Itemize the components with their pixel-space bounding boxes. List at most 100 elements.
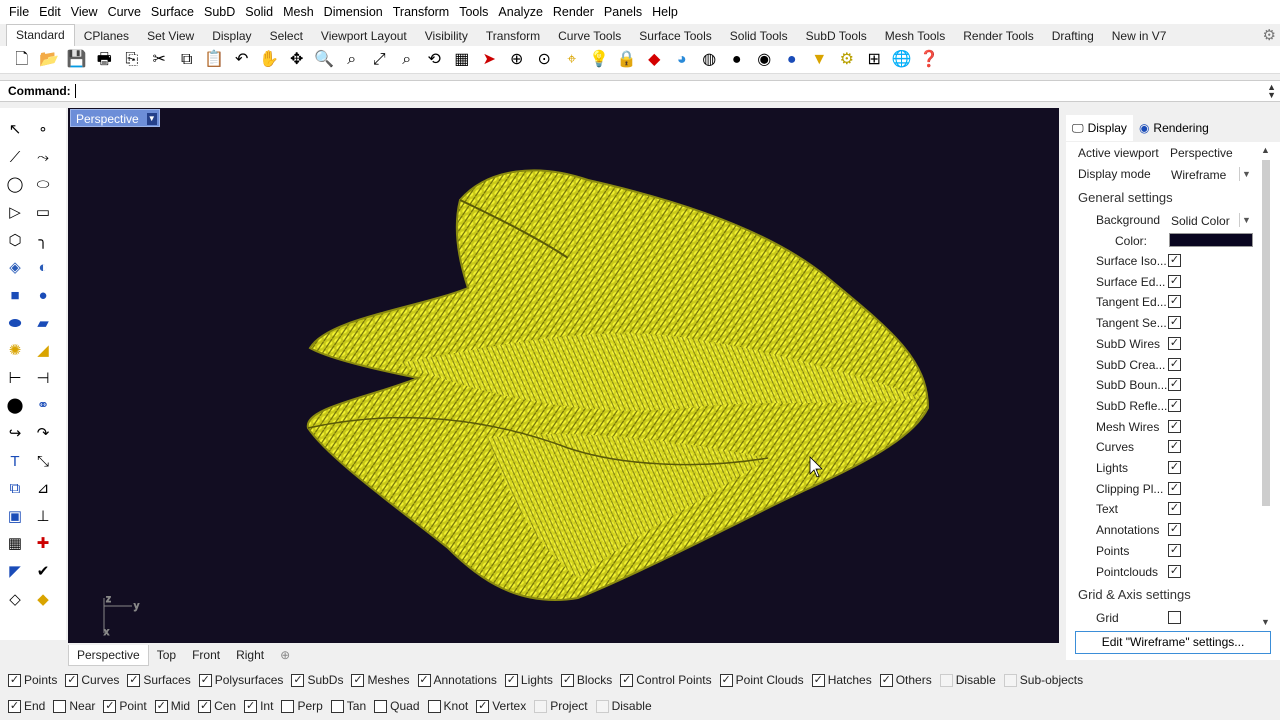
- options-icon[interactable]: ⚙: [833, 48, 861, 72]
- select_filter-points[interactable]: ✓ Points: [8, 673, 57, 687]
- display-option-checkbox[interactable]: ✓: [1168, 502, 1181, 516]
- scroll-down-icon[interactable]: ▼: [1261, 617, 1270, 627]
- scroll-up-icon[interactable]: ▲: [1261, 145, 1270, 155]
- checkbox-icon[interactable]: ✓: [244, 699, 258, 713]
- print-icon[interactable]: 🖶: [91, 48, 119, 72]
- cylinder-icon[interactable]: ⬬: [2, 310, 28, 336]
- tab-transform[interactable]: Transform: [477, 26, 549, 46]
- osnaps-mid[interactable]: ✓ Mid: [154, 699, 190, 713]
- tab-set-view[interactable]: Set View: [138, 26, 203, 46]
- osnaps-perp[interactable]: Perp: [281, 699, 323, 713]
- array-icon[interactable]: ⧉: [2, 475, 28, 501]
- grid-checkbox[interactable]: [1168, 611, 1181, 624]
- view-tab-top[interactable]: Top: [149, 645, 184, 665]
- tab-subd-tools[interactable]: SubD Tools: [797, 26, 876, 46]
- osnaps-tan[interactable]: Tan: [330, 699, 366, 713]
- boolean-union-icon[interactable]: ⬤: [2, 392, 28, 418]
- display-option-checkbox[interactable]: ✓: [1168, 461, 1181, 474]
- tab-visibility[interactable]: Visibility: [416, 26, 477, 46]
- display-option-checkbox[interactable]: ✓: [1168, 440, 1181, 454]
- bend-icon[interactable]: ◤: [2, 558, 28, 584]
- tab-new-in-v7[interactable]: New in V7: [1103, 26, 1176, 46]
- view-tab-right[interactable]: Right: [228, 645, 272, 665]
- fillet-curve-icon[interactable]: ╮: [30, 227, 56, 253]
- checkbox-icon[interactable]: ✓: [811, 673, 825, 687]
- help-icon[interactable]: ❓: [916, 48, 944, 72]
- grid-array-icon[interactable]: ▦: [2, 530, 28, 556]
- scale-icon[interactable]: ⊿: [30, 475, 56, 501]
- spotlight-icon[interactable]: ◢: [30, 337, 56, 363]
- checkbox-icon[interactable]: ✓: [127, 673, 141, 687]
- osnaps-int[interactable]: ✓ Int: [244, 699, 273, 713]
- select_filter-disable[interactable]: Disable: [939, 673, 996, 687]
- menu-item-mesh[interactable]: Mesh: [278, 0, 319, 24]
- checkbox-icon[interactable]: ✓: [560, 673, 574, 687]
- check-icon[interactable]: ✔: [30, 558, 56, 584]
- save-icon[interactable]: 💾: [63, 48, 91, 72]
- checkbox-icon[interactable]: ✓: [719, 673, 733, 687]
- checkbox-icon[interactable]: [374, 699, 388, 713]
- checkbox-icon[interactable]: ✓: [417, 673, 431, 687]
- display-option-checkbox[interactable]: ✓: [1168, 336, 1181, 350]
- menu-item-help[interactable]: Help: [647, 0, 683, 24]
- tab-solid-tools[interactable]: Solid Tools: [721, 26, 797, 46]
- display-option-checkbox[interactable]: ✓: [1168, 523, 1181, 537]
- panel-scrollbar[interactable]: ▲ ▼: [1258, 144, 1274, 628]
- menu-item-subd[interactable]: SubD: [199, 0, 240, 24]
- menu-item-panels[interactable]: Panels: [599, 0, 647, 24]
- osnaps-project[interactable]: Project: [534, 699, 588, 713]
- tab-surface-tools[interactable]: Surface Tools: [630, 26, 721, 46]
- menu-item-analyze[interactable]: Analyze: [493, 0, 547, 24]
- color-wheel-icon[interactable]: ◕: [668, 48, 696, 72]
- checkbox-icon[interactable]: [1003, 673, 1017, 687]
- checkbox-icon[interactable]: [939, 673, 953, 687]
- cut-icon[interactable]: ✂: [146, 48, 174, 72]
- undo-view-icon[interactable]: ⟲: [421, 48, 449, 72]
- undo-icon[interactable]: ↶: [228, 48, 256, 72]
- checkbox-icon[interactable]: ✓: [476, 699, 490, 713]
- line-icon[interactable]: ▷: [2, 199, 28, 225]
- select_filter-polysurfaces[interactable]: ✓ Polysurfaces: [198, 673, 283, 687]
- select_filter-point-clouds[interactable]: ✓ Point Clouds: [719, 673, 804, 687]
- gear-icon[interactable]: ⚙: [1263, 26, 1276, 44]
- view-tab-front[interactable]: Front: [184, 645, 228, 665]
- menu-item-transform[interactable]: Transform: [388, 0, 455, 24]
- viewport-layout-icon[interactable]: ▦: [448, 48, 476, 72]
- tab-standard[interactable]: Standard: [6, 24, 75, 46]
- osnaps-end[interactable]: ✓ End: [8, 699, 45, 713]
- checkbox-icon[interactable]: [595, 699, 609, 713]
- select-arrow-icon[interactable]: ↖: [2, 116, 28, 142]
- polygon-icon[interactable]: ⬡: [2, 227, 28, 253]
- revolve-icon[interactable]: ◐: [30, 254, 56, 280]
- checkbox-icon[interactable]: ✓: [620, 673, 634, 687]
- add-viewport-icon[interactable]: ⊕: [272, 645, 298, 665]
- color-swatch[interactable]: [1169, 233, 1253, 247]
- menu-item-solid[interactable]: Solid: [240, 0, 278, 24]
- select_filter-hatches[interactable]: ✓ Hatches: [811, 673, 872, 687]
- wireframe-sphere-icon[interactable]: ◍: [696, 48, 724, 72]
- display-option-checkbox[interactable]: ✓: [1168, 543, 1181, 557]
- zoom-extents-icon[interactable]: ⤢: [366, 48, 394, 72]
- tab-mesh-tools[interactable]: Mesh Tools: [876, 26, 954, 46]
- menu-item-surface[interactable]: Surface: [146, 0, 199, 24]
- perspective-viewport[interactable]: z y x Perspective ▼: [68, 108, 1059, 643]
- display-option-checkbox[interactable]: ✓: [1168, 357, 1181, 371]
- light-icon[interactable]: 💡: [586, 48, 614, 72]
- checkbox-icon[interactable]: ✓: [65, 673, 79, 687]
- curve-icon[interactable]: ⤳: [30, 144, 56, 170]
- edit-wireframe-settings-button[interactable]: Edit "Wireframe" settings...: [1075, 631, 1271, 654]
- menu-item-tools[interactable]: Tools: [454, 0, 493, 24]
- tab-viewport-layout[interactable]: Viewport Layout: [312, 26, 416, 46]
- paint-icon[interactable]: ◆: [30, 586, 56, 612]
- osnaps-disable[interactable]: Disable: [595, 699, 652, 713]
- display-option-checkbox[interactable]: ✓: [1168, 481, 1181, 495]
- osnaps-cen[interactable]: ✓ Cen: [198, 699, 236, 713]
- import-icon[interactable]: ⎘: [118, 48, 146, 72]
- select_filter-blocks[interactable]: ✓ Blocks: [560, 673, 612, 687]
- rectangle-icon[interactable]: ▭: [30, 199, 56, 225]
- copy-icon[interactable]: ⧉: [173, 48, 201, 72]
- tab-cplanes[interactable]: CPlanes: [75, 26, 138, 46]
- mesh-icon[interactable]: ▰: [30, 310, 56, 336]
- select_filter-surfaces[interactable]: ✓ Surfaces: [127, 673, 191, 687]
- point-icon[interactable]: ∘: [30, 116, 56, 142]
